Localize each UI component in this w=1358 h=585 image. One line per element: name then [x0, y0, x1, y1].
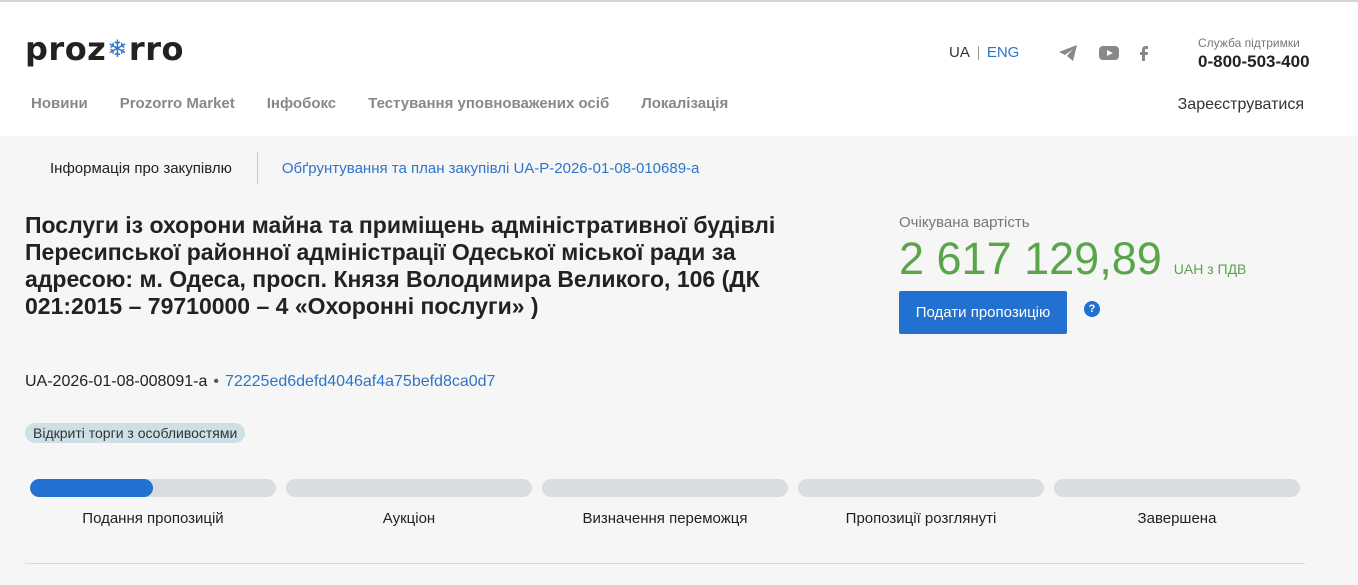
- stage-label: Завершена: [1137, 510, 1217, 527]
- price-label: Очікувана вартість: [899, 214, 1030, 231]
- logo-text-right: rro: [128, 30, 184, 68]
- tab-plan[interactable]: Обґрунтування та план закупівлі UA-P-202…: [258, 160, 700, 177]
- tab-info[interactable]: Інформація про закупівлю: [25, 160, 257, 177]
- support-phone[interactable]: 0-800-503-400: [1198, 52, 1310, 72]
- price-row: 2 617 129,89 UAH з ПДВ: [899, 233, 1246, 285]
- stage-bar: [542, 479, 788, 497]
- stage-bar: [286, 479, 532, 497]
- telegram-icon[interactable]: [1058, 44, 1078, 62]
- help-icon[interactable]: ?: [1084, 301, 1100, 317]
- stage-label: Пропозиції розглянуті: [845, 510, 997, 527]
- lang-ua[interactable]: UA: [949, 44, 970, 61]
- stage-bar: [1054, 479, 1300, 497]
- nav-item-localization[interactable]: Локалізація: [641, 95, 728, 112]
- stage-label: Визначення переможця: [582, 510, 748, 527]
- support-label: Служба підтримки: [1198, 36, 1300, 50]
- logo-text-left: proz: [25, 30, 107, 68]
- site-header: proz ❄ rro UA ENG Служба підтримки 0-800-5…: [0, 2, 1358, 136]
- price-currency: UAH з ПДВ: [1173, 261, 1247, 277]
- language-switch: UA ENG: [949, 44, 1019, 61]
- stage-bar-fill: [30, 479, 153, 497]
- stage-bar: [30, 479, 276, 497]
- id-separator: •: [213, 373, 219, 390]
- support-block: Служба підтримки 0-800-503-400: [1198, 36, 1310, 72]
- main-nav: Новини Prozorro Market Інфобокс Тестуван…: [31, 95, 728, 112]
- youtube-icon[interactable]: [1098, 44, 1119, 62]
- tender-title: Послуги із охорони майна та приміщень ад…: [25, 212, 776, 319]
- submit-proposal-button[interactable]: Подати пропозицію: [899, 291, 1067, 334]
- tender-id: UA-2026-01-08-008091-a: [25, 373, 208, 390]
- stage-item: Визначення переможця: [542, 479, 788, 527]
- register-link[interactable]: Зареєструватися: [1178, 96, 1304, 114]
- stage-item: Подання пропозицій: [30, 479, 276, 527]
- social-links: [1058, 44, 1158, 62]
- stage-item: Завершена: [1054, 479, 1300, 527]
- tender-ids: UA-2026-01-08-008091-a • 72225ed6defd404…: [25, 373, 495, 391]
- stage-label: Аукціон: [382, 510, 436, 527]
- bottom-divider: [25, 563, 1305, 564]
- lang-separator: [977, 45, 979, 60]
- snowflake-icon: ❄: [107, 35, 128, 63]
- procedure-badge: Відкриті торги з особливостями: [25, 423, 246, 443]
- stage-item: Пропозиції розглянуті: [798, 479, 1044, 527]
- nav-item-market[interactable]: Prozorro Market: [120, 95, 235, 112]
- stages-progress: Подання пропозицій Аукціон Визначення пе…: [30, 479, 1300, 527]
- stage-bar: [798, 479, 1044, 497]
- tender-tabs: Інформація про закупівлю Обґрунтування т…: [25, 152, 699, 184]
- lang-eng[interactable]: ENG: [987, 44, 1020, 61]
- nav-item-news[interactable]: Новини: [31, 95, 88, 112]
- nav-item-infobox[interactable]: Інфобокс: [267, 95, 336, 112]
- stage-item: Аукціон: [286, 479, 532, 527]
- nav-item-testing[interactable]: Тестування уповноважених осіб: [368, 95, 609, 112]
- price-block: Очікувана вартість 2 617 129,89 UAH з ПД…: [899, 214, 1246, 285]
- prozorro-logo[interactable]: proz ❄ rro: [25, 30, 184, 68]
- facebook-icon[interactable]: [1138, 44, 1158, 62]
- stage-label: Подання пропозицій: [82, 510, 224, 527]
- tender-hash-link[interactable]: 72225ed6defd4046af4a75befd8ca0d7: [225, 373, 496, 391]
- price-amount: 2 617 129,89: [899, 233, 1162, 284]
